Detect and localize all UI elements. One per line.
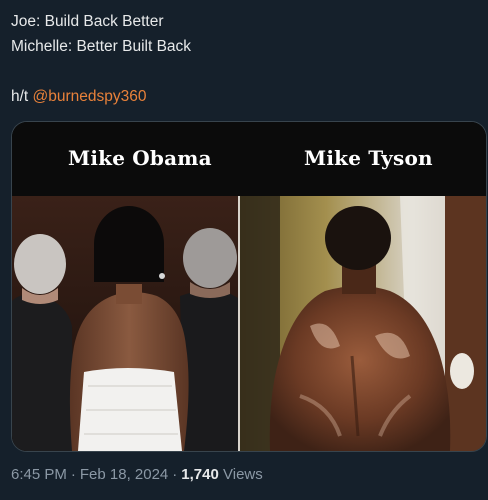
separator-dot: ·	[70, 466, 76, 483]
mention-link[interactable]: @burnedspy360	[33, 88, 147, 105]
tweet-meta: 6:45 PM · Feb 18, 2024 · 1,740 Views	[11, 466, 263, 483]
tweet-line-ht: h/t @burnedspy360	[11, 84, 481, 109]
views-label: Views	[223, 466, 263, 483]
tweet-image[interactable]: Mike Obama Mike Tyson	[11, 121, 487, 452]
views-count: 1,740	[181, 466, 219, 483]
photo-left	[12, 196, 238, 451]
tweet-timestamp-link[interactable]: 6:45 PM · Feb 18, 2024	[11, 466, 168, 483]
tweet-line-1: Joe: Build Back Better	[11, 13, 164, 30]
ht-prefix: h/t	[11, 88, 33, 105]
tweet-text: Joe: Build Back Better Michelle: Better …	[11, 9, 481, 109]
tweet-time: 6:45 PM	[11, 466, 67, 483]
caption-left: Mike Obama	[68, 146, 212, 170]
image-caption-bar: Mike Obama Mike Tyson	[12, 122, 486, 196]
photo-right	[240, 196, 486, 451]
separator-dot: ·	[172, 466, 178, 483]
caption-right: Mike Tyson	[304, 146, 433, 170]
tweet-line-2: Michelle: Better Built Back	[11, 38, 192, 55]
tweet-date: Feb 18, 2024	[79, 466, 169, 483]
